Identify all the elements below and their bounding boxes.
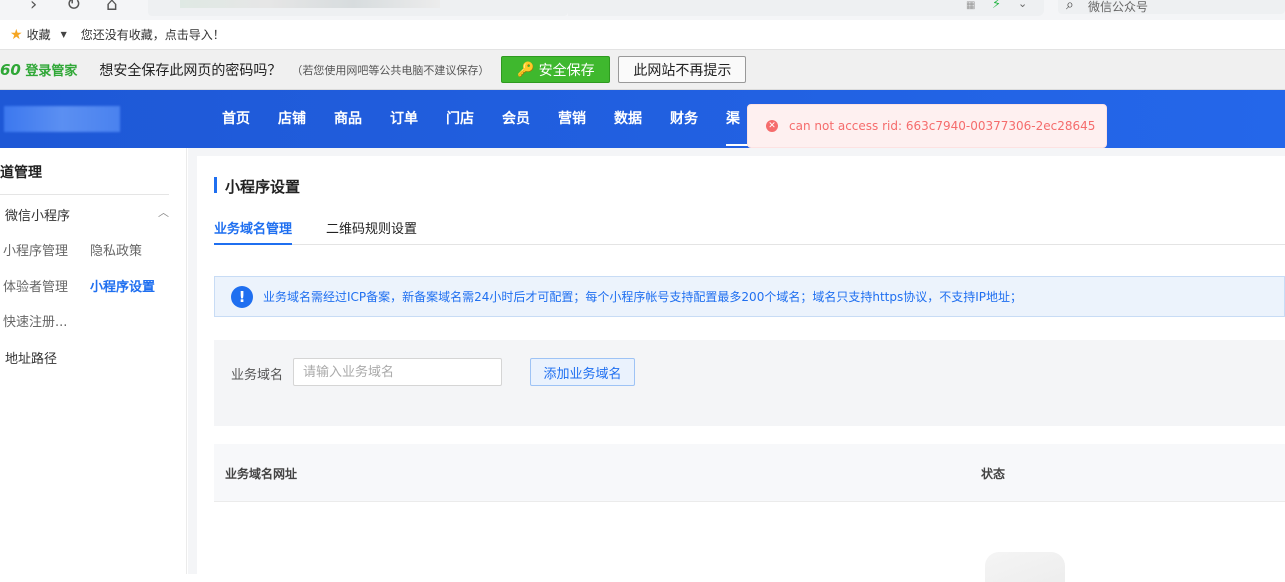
safe-save-button[interactable]: 🔑 安全保存 — [501, 56, 611, 83]
login-manager-brand: 60 登录管家 — [0, 61, 78, 79]
sidebar-group-label: 微信小程序 — [5, 209, 71, 224]
info-text: 业务域名需经过ICP备案，新备案域名需24小时后才可配置；每个小程序帐号支持配置… — [263, 290, 1022, 304]
sidebar-group-wechat-mini[interactable]: 微信小程序 ︿ — [5, 205, 169, 224]
favorites-button[interactable]: 收藏 — [27, 26, 51, 43]
browser-search-box[interactable]: ⌕ 微信公众号 — [1058, 0, 1285, 14]
nav-item-data[interactable]: 数据 — [600, 90, 656, 148]
page-title: 小程序设置 — [225, 178, 301, 196]
password-note: （若您使用网吧等公共电脑不建议保存） — [291, 63, 490, 77]
info-alert: ! 业务域名需经过ICP备案，新备案域名需24小时后才可配置；每个小程序帐号支持… — [214, 276, 1285, 317]
nav-item-home[interactable]: 首页 — [208, 90, 264, 148]
title-accent-bar — [214, 177, 217, 193]
password-save-bar: 60 登录管家 想安全保存此网页的密码吗？ （若您使用网吧等公共电脑不建议保存）… — [0, 49, 1285, 90]
info-icon: ! — [231, 285, 253, 308]
sidebar-item-address-path[interactable]: 地址路径 — [5, 348, 57, 367]
sidebar-item-mini-settings[interactable]: 小程序设置 — [90, 276, 155, 295]
domain-form: 业务域名 添加业务域名 — [214, 340, 1285, 426]
nav-item-shop[interactable]: 店铺 — [264, 90, 320, 148]
top-nav: 首页 店铺 商品 订单 门店 会员 营销 数据 财务 渠 — [208, 90, 754, 148]
domain-label: 业务域名 — [231, 368, 284, 383]
sidebar-section-title: 道管理 — [0, 165, 42, 181]
password-question: 想安全保存此网页的密码吗？ — [99, 62, 282, 79]
nav-item-members[interactable]: 会员 — [488, 90, 544, 148]
caret-down-icon[interactable]: ▼ — [61, 30, 67, 39]
nav-item-marketing[interactable]: 营销 — [544, 90, 600, 148]
search-text: 微信公众号 — [1088, 0, 1149, 14]
tab-business-domain[interactable]: 业务域名管理 — [214, 218, 293, 245]
chevron-up-icon[interactable]: ︿ — [158, 204, 169, 220]
never-remind-button[interactable]: 此网站不再提示 — [618, 56, 747, 83]
empty-state-illustration — [985, 552, 1065, 582]
toast-message: can not access rid: 663c7940-00377306-2e… — [789, 119, 1096, 133]
browser-toolbar: › ↻ ⌂ ▦ ⚡ ⌄ ⌕ 微信公众号 — [0, 0, 1285, 20]
sidebar-item-tester[interactable]: 体验者管理 — [3, 276, 68, 295]
app-logo[interactable] — [4, 106, 120, 132]
key-icon: 🔑 — [517, 61, 535, 78]
sidebar-item-privacy[interactable]: 隐私政策 — [90, 240, 142, 259]
search-icon: ⌕ — [1066, 0, 1074, 13]
nav-item-stores[interactable]: 门店 — [432, 90, 488, 148]
domain-input[interactable] — [293, 358, 502, 386]
sidebar-item-mini-manage[interactable]: 小程序管理 — [3, 240, 68, 259]
nav-item-orders[interactable]: 订单 — [376, 90, 432, 148]
tab-bar: 业务域名管理 二维码规则设置 — [214, 218, 1285, 245]
sidebar-divider — [0, 194, 169, 195]
address-bar-extension: ▦ ⚡ ⌄ — [568, 0, 1044, 16]
home-icon[interactable]: ⌂ — [106, 0, 117, 15]
column-header-domain: 业务域名网址 — [225, 467, 298, 481]
back-arrow-icon[interactable]: › — [30, 0, 37, 15]
chevron-down-icon[interactable]: ⌄ — [1018, 0, 1027, 10]
blurred-url — [180, 0, 440, 8]
favorites-bar: ★ 收藏 ▼ 您还没有收藏，点击导入！ — [0, 20, 1285, 49]
favorites-import-hint[interactable]: 您还没有收藏，点击导入！ — [81, 26, 225, 43]
table-header: 业务域名网址 状态 — [214, 444, 1285, 502]
error-toast: ✕ can not access rid: 663c7940-00377306-… — [747, 104, 1107, 148]
column-header-status: 状态 — [981, 467, 1006, 481]
error-icon: ✕ — [766, 120, 778, 132]
address-bar[interactable] — [148, 0, 568, 16]
nav-item-finance[interactable]: 财务 — [656, 90, 712, 148]
tab-qrcode-rules[interactable]: 二维码规则设置 — [326, 218, 417, 245]
add-domain-button[interactable]: 添加业务域名 — [530, 358, 635, 386]
lightning-icon[interactable]: ⚡ — [992, 0, 1001, 12]
sidebar-item-quick-register[interactable]: 快速注册... — [3, 311, 67, 330]
sidebar: 道管理 微信小程序 ︿ 小程序管理 隐私政策 体验者管理 小程序设置 快速注册.… — [0, 148, 187, 574]
grid-icon[interactable]: ▦ — [966, 0, 975, 11]
star-icon: ★ — [10, 26, 23, 43]
reload-icon[interactable]: ↻ — [66, 0, 81, 15]
nav-item-goods[interactable]: 商品 — [320, 90, 376, 148]
